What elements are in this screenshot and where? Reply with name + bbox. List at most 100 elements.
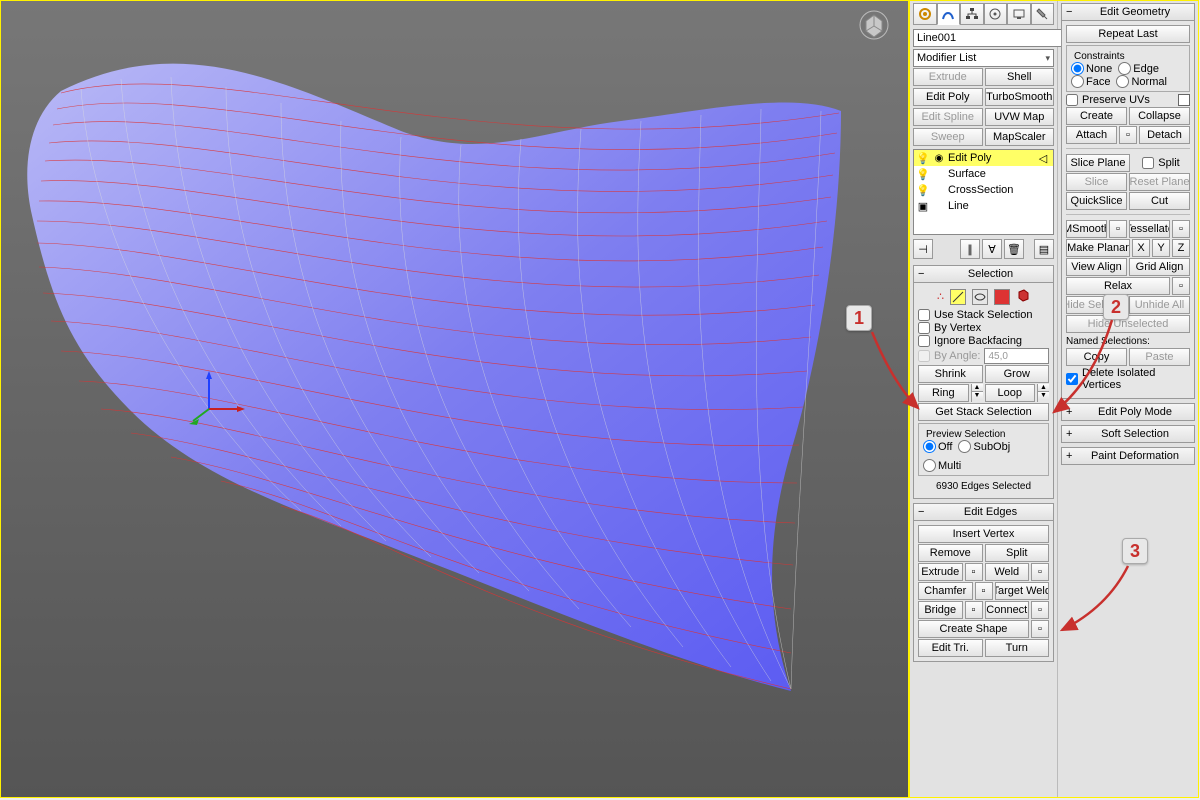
btn-quickslice[interactable]: QuickSlice <box>1066 192 1127 210</box>
btn-connect[interactable]: Connect <box>985 601 1030 619</box>
btn-bridge-settings[interactable]: ▫ <box>965 601 983 619</box>
tab-create[interactable] <box>913 3 937 25</box>
object-name-input[interactable] <box>913 29 1063 47</box>
btn-grow[interactable]: Grow <box>985 365 1050 383</box>
btn-editpoly[interactable]: Edit Poly <box>913 88 983 106</box>
btn-unhide-all[interactable]: Unhide All <box>1129 296 1190 314</box>
btn-hide-unselected[interactable]: Hide Unselected <box>1066 315 1190 333</box>
btn-turbosmooth[interactable]: TurboSmooth <box>985 88 1055 106</box>
radio-edge[interactable]: Edge <box>1118 62 1159 75</box>
rollout-editedges-header[interactable]: −Edit Edges <box>913 503 1054 521</box>
btn-edit-tri[interactable]: Edit Tri. <box>918 639 983 657</box>
btn-relax[interactable]: Relax <box>1066 277 1170 295</box>
btn-chamfer[interactable]: Chamfer <box>918 582 973 600</box>
tab-display[interactable] <box>1007 3 1031 25</box>
btn-slice-plane[interactable]: Slice Plane <box>1066 154 1130 172</box>
btn-extrude[interactable]: Extrude <box>913 68 983 86</box>
btn-relax-settings[interactable]: ▫ <box>1172 277 1190 295</box>
btn-hide-selected[interactable]: Hide Selected <box>1066 296 1127 314</box>
btn-shrink[interactable]: Shrink <box>918 365 983 383</box>
btn-weld-settings[interactable]: ▫ <box>1031 563 1049 581</box>
btn-split[interactable]: Split <box>985 544 1050 562</box>
btn-planar-z[interactable]: Z <box>1172 239 1190 257</box>
rollout-selection-header[interactable]: −Selection <box>913 265 1054 283</box>
chk-preserve-uvs[interactable]: Preserve UVs <box>1066 94 1190 106</box>
btn-attach-list[interactable]: ▫ <box>1119 126 1137 144</box>
subobj-element-icon[interactable] <box>1016 288 1030 305</box>
btn-bridge[interactable]: Bridge <box>918 601 963 619</box>
chk-split[interactable]: Split <box>1132 155 1190 171</box>
btn-make-planar[interactable]: Make Planar <box>1066 239 1130 257</box>
tab-modify[interactable] <box>937 3 961 25</box>
rollout-editgeometry-header[interactable]: −Edit Geometry <box>1061 3 1195 21</box>
subobj-border-icon[interactable] <box>972 289 988 305</box>
btn-get-stack-selection[interactable]: Get Stack Selection <box>918 403 1049 421</box>
btn-create-shape-settings[interactable]: ▫ <box>1031 620 1049 638</box>
btn-repeat-last[interactable]: Repeat Last <box>1066 25 1190 43</box>
remove-modifier-icon[interactable]: 🗑 <box>1004 239 1024 259</box>
modifier-list-dropdown[interactable]: Modifier List <box>913 49 1054 67</box>
btn-paste[interactable]: Paste <box>1129 348 1190 366</box>
preserve-uvs-settings[interactable] <box>1178 94 1190 106</box>
rollout-paintdeformation[interactable]: +Paint Deformation <box>1061 447 1195 465</box>
btn-msmooth-settings[interactable]: ▫ <box>1109 220 1127 238</box>
btn-weld[interactable]: Weld <box>985 563 1030 581</box>
btn-extrude-edge[interactable]: Extrude <box>918 563 963 581</box>
btn-attach[interactable]: Attach <box>1066 126 1117 144</box>
chk-delete-isolated[interactable]: Delete Isolated Vertices <box>1066 367 1190 391</box>
btn-create-shape[interactable]: Create Shape <box>918 620 1029 638</box>
btn-uvwmap[interactable]: UVW Map <box>985 108 1055 126</box>
tab-utilities[interactable] <box>1031 3 1055 25</box>
btn-editspline[interactable]: Edit Spline <box>913 108 983 126</box>
stack-item-line[interactable]: ▣Line <box>914 198 1053 214</box>
btn-sweep[interactable]: Sweep <box>913 128 983 146</box>
btn-shell[interactable]: Shell <box>985 68 1055 86</box>
btn-loop[interactable]: Loop <box>985 384 1036 402</box>
btn-remove[interactable]: Remove <box>918 544 983 562</box>
btn-tessellate[interactable]: Tessellate <box>1129 220 1170 238</box>
loop-spinner[interactable]: ▲▼ <box>1037 384 1049 402</box>
btn-insert-vertex[interactable]: Insert Vertex <box>918 525 1049 543</box>
radio-face[interactable]: Face <box>1071 75 1110 88</box>
radio-none[interactable]: None <box>1071 62 1112 75</box>
btn-reset-plane[interactable]: Reset Plane <box>1129 173 1190 191</box>
rollout-editpolymode[interactable]: +Edit Poly Mode <box>1061 403 1195 421</box>
chk-use-stack[interactable]: Use Stack Selection <box>918 309 1049 321</box>
btn-copy[interactable]: Copy <box>1066 348 1127 366</box>
stack-item-surface[interactable]: 💡Surface <box>914 166 1053 182</box>
btn-view-align[interactable]: View Align <box>1066 258 1127 276</box>
modifier-stack[interactable]: 💡◉Edit Poly◁ 💡Surface 💡CrossSection ▣Lin… <box>913 149 1054 235</box>
subobj-edge-icon[interactable] <box>950 289 966 305</box>
btn-msmooth[interactable]: MSmooth <box>1066 220 1107 238</box>
tab-hierarchy[interactable] <box>960 3 984 25</box>
pin-stack-icon[interactable]: ⊣ <box>913 239 933 259</box>
radio-subobj[interactable]: SubObj <box>958 440 1010 453</box>
btn-collapse[interactable]: Collapse <box>1129 107 1190 125</box>
make-unique-icon[interactable]: ∀ <box>982 239 1002 259</box>
btn-grid-align[interactable]: Grid Align <box>1129 258 1190 276</box>
btn-ring[interactable]: Ring <box>918 384 969 402</box>
tab-motion[interactable] <box>984 3 1008 25</box>
ring-spinner[interactable]: ▲▼ <box>971 384 983 402</box>
btn-detach[interactable]: Detach <box>1139 126 1190 144</box>
configure-sets-icon[interactable]: ▤ <box>1034 239 1054 259</box>
chk-by-vertex[interactable]: By Vertex <box>918 322 1049 334</box>
subobj-vertex-icon[interactable]: ∴ <box>937 290 944 303</box>
radio-multi[interactable]: Multi <box>923 459 961 472</box>
btn-mapscaler[interactable]: MapScaler <box>985 128 1055 146</box>
radio-normal[interactable]: Normal <box>1116 75 1166 88</box>
rollout-softselection[interactable]: +Soft Selection <box>1061 425 1195 443</box>
show-end-result-icon[interactable]: ∥ <box>960 239 980 259</box>
btn-cut[interactable]: Cut <box>1129 192 1190 210</box>
btn-slice[interactable]: Slice <box>1066 173 1127 191</box>
transform-gizmo[interactable] <box>189 369 249 429</box>
btn-planar-y[interactable]: Y <box>1152 239 1170 257</box>
stack-item-editpoly[interactable]: 💡◉Edit Poly◁ <box>914 150 1053 166</box>
radio-off[interactable]: Off <box>923 440 952 453</box>
viewport-perspective[interactable] <box>0 0 909 798</box>
btn-connect-settings[interactable]: ▫ <box>1031 601 1049 619</box>
subobj-polygon-icon[interactable] <box>994 289 1010 305</box>
chk-ignore-backfacing[interactable]: Ignore Backfacing <box>918 335 1049 347</box>
btn-extrude-settings[interactable]: ▫ <box>965 563 983 581</box>
stack-item-crosssection[interactable]: 💡CrossSection <box>914 182 1053 198</box>
